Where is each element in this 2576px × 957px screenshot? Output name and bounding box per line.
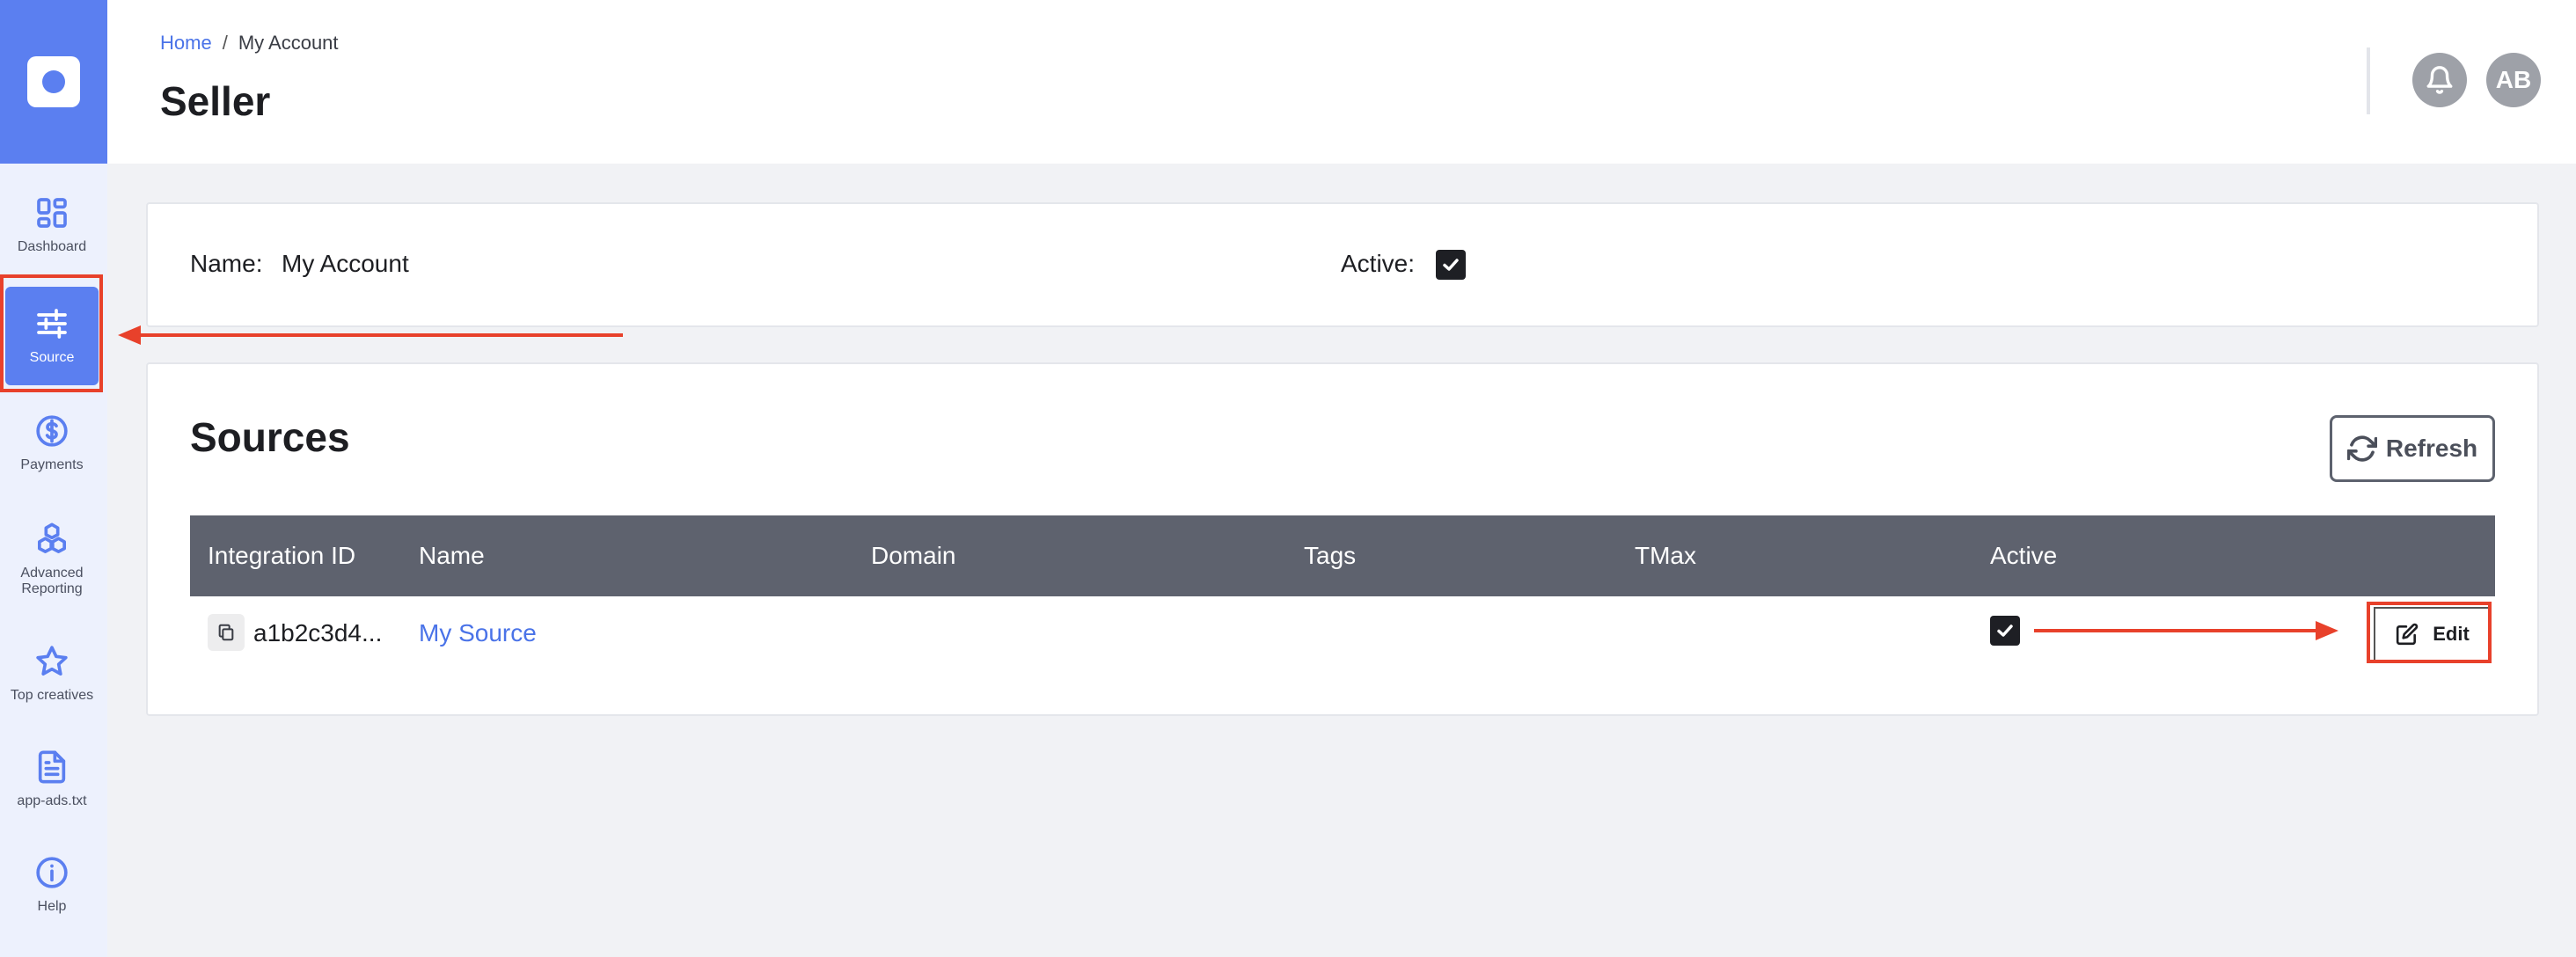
copy-icon — [218, 624, 234, 641]
annotation-highlight-box — [0, 274, 103, 392]
sidebar: Dashboard Source Payments Advanced Repor… — [0, 0, 107, 957]
annotation-highlight-box — [2367, 602, 2492, 663]
user-avatar[interactable]: AB — [2486, 53, 2541, 107]
name-value: My Account — [282, 250, 409, 277]
account-info-card: Name: My Account Active: — [146, 202, 2539, 327]
app-logo[interactable] — [0, 0, 107, 164]
sidebar-item-label: Top creatives — [10, 688, 94, 703]
column-header-name: Name — [419, 542, 485, 569]
active-label: Active: — [1341, 250, 1416, 277]
sidebar-item-label: Payments — [20, 457, 84, 472]
column-header-tags: Tags — [1304, 542, 1357, 569]
column-header-domain: Domain — [871, 542, 956, 569]
check-icon — [1443, 259, 1459, 271]
notifications-button[interactable] — [2412, 53, 2467, 107]
sources-card: Sources Refresh Integration ID Name Doma… — [146, 362, 2539, 716]
dashboard-icon — [37, 198, 67, 228]
cubes-icon — [38, 522, 66, 553]
account-active-checkbox[interactable] — [1436, 250, 1466, 280]
column-header-active: Active — [1990, 542, 2058, 569]
sidebar-item-label: Advanced Reporting — [20, 566, 84, 596]
file-text-icon — [38, 750, 66, 784]
refresh-button[interactable]: Refresh — [2330, 415, 2495, 482]
source-name-link[interactable]: My Source — [419, 619, 537, 647]
sidebar-item-advanced-reporting[interactable]: Advanced Reporting — [5, 510, 99, 609]
annotation-arrow-right — [2034, 621, 2338, 640]
header-divider — [2367, 47, 2370, 114]
sidebar-item-label: app-ads.txt — [17, 793, 87, 808]
sidebar-item-app-ads[interactable]: app-ads.txt — [5, 730, 99, 829]
column-header-tmax: TMax — [1635, 542, 1696, 569]
breadcrumb-current: My Account — [238, 32, 339, 54]
check-icon — [1997, 625, 2013, 637]
dollar-icon — [36, 415, 68, 447]
annotation-arrow-left — [118, 325, 623, 345]
sidebar-item-help[interactable]: Help — [5, 836, 99, 934]
breadcrumb-home-link[interactable]: Home — [160, 32, 212, 54]
page-header: Home / My Account Seller AB — [107, 0, 2576, 164]
copy-id-button[interactable] — [208, 614, 245, 651]
refresh-label: Refresh — [2385, 435, 2478, 462]
breadcrumb: Home / My Account — [160, 32, 339, 55]
sidebar-item-label: Help — [37, 899, 67, 914]
sources-title: Sources — [190, 414, 350, 460]
table-header: Integration ID Name Domain Tags TMax Act… — [190, 515, 2495, 596]
sidebar-item-dashboard[interactable]: Dashboard — [5, 176, 99, 274]
name-label: Name: — [190, 250, 263, 277]
breadcrumb-separator: / — [222, 32, 228, 54]
sidebar-item-top-creatives[interactable]: Top creatives — [5, 625, 99, 723]
bell-icon — [2426, 66, 2453, 94]
logo-icon — [27, 56, 80, 107]
page-title: Seller — [160, 78, 271, 124]
sidebar-item-label: Dashboard — [17, 239, 87, 254]
star-icon — [36, 646, 68, 676]
sidebar-item-payments[interactable]: Payments — [5, 394, 99, 493]
source-active-checkbox[interactable] — [1990, 616, 2020, 646]
info-icon — [36, 857, 68, 888]
column-header-integration-id: Integration ID — [208, 542, 356, 569]
integration-id-cell: a1b2c3d4... — [253, 619, 383, 647]
refresh-icon — [2346, 435, 2377, 462]
